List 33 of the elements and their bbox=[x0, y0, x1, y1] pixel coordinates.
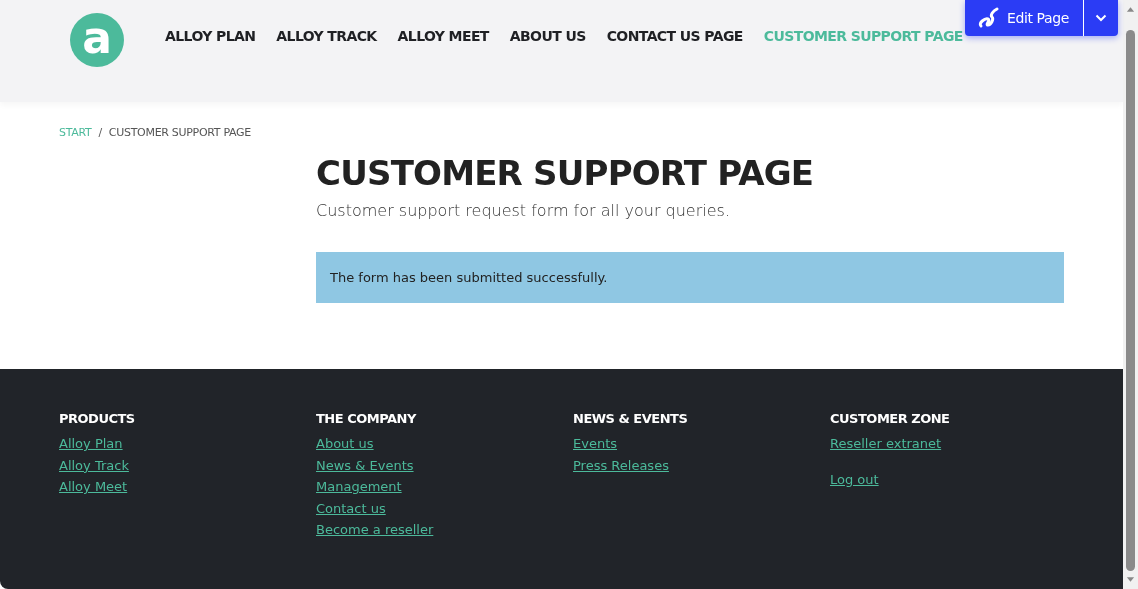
footer-link[interactable]: Alloy Plan bbox=[59, 433, 123, 455]
scroll-down-icon[interactable] bbox=[1126, 576, 1135, 584]
footer-link[interactable]: Log out bbox=[830, 468, 879, 490]
footer-link[interactable]: News & Events bbox=[316, 454, 414, 476]
footer-heading: NEWS & EVENTS bbox=[573, 411, 689, 426]
breadcrumb-current: CUSTOMER SUPPORT PAGE bbox=[108, 126, 251, 139]
footer-link[interactable]: Become a reseller bbox=[316, 519, 434, 541]
footer-link[interactable]: Alloy Meet bbox=[59, 476, 128, 498]
footer-heading: THE COMPANY bbox=[316, 411, 418, 426]
footer-link[interactable]: About us bbox=[316, 433, 374, 455]
intro-text: Customer support request form for all your queries. bbox=[316, 201, 731, 220]
nav-link[interactable]: ALLOY PLAN bbox=[165, 28, 256, 44]
footer-link[interactable]: Press Releases bbox=[573, 454, 669, 476]
success-alert: The form has been submitted successfully. bbox=[316, 252, 1064, 303]
footer-link[interactable]: Contact us bbox=[316, 497, 386, 519]
scrollbar-thumb[interactable] bbox=[1126, 30, 1135, 571]
footer-link[interactable]: Management bbox=[316, 476, 402, 498]
footer-link[interactable]: Reseller extranet bbox=[830, 433, 942, 455]
footer-heading: CUSTOMER ZONE bbox=[830, 411, 951, 426]
scrollbar[interactable] bbox=[1123, 0, 1138, 589]
chevron-down-icon bbox=[1094, 14, 1107, 22]
footer-link[interactable]: Events bbox=[573, 433, 617, 455]
nav-link[interactable]: CONTACT US PAGE bbox=[606, 28, 743, 44]
nav-link[interactable]: ALLOY TRACK bbox=[276, 28, 377, 44]
nav-link[interactable]: ABOUT US bbox=[509, 28, 586, 44]
nav-link[interactable]: ALLOY MEET bbox=[397, 28, 489, 44]
footer-link[interactable]: Alloy Track bbox=[59, 454, 129, 476]
edit-icon bbox=[977, 6, 1001, 30]
breadcrumb-separator: / bbox=[98, 126, 102, 139]
page-title: CUSTOMER SUPPORT PAGE bbox=[316, 153, 815, 193]
footer-heading: PRODUCTS bbox=[59, 411, 136, 426]
scroll-up-icon[interactable] bbox=[1126, 5, 1135, 13]
edit-page-button[interactable]: Edit Page bbox=[965, 0, 1084, 36]
